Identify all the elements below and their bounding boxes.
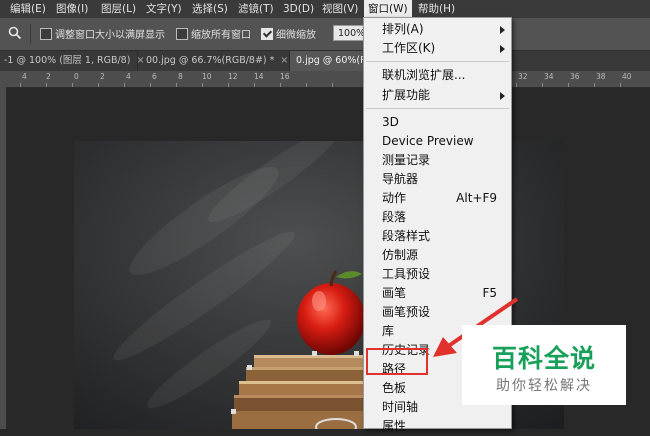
menu-item-label: 3D [382, 115, 399, 129]
ruler-label: 34 [544, 72, 554, 81]
zoom-all-windows-checkbox[interactable] [176, 28, 188, 40]
options-bar: 调整窗口大小以满屏显示 缩放所有窗口 细微缩放 100% [0, 18, 650, 51]
zoom-tool-icon[interactable] [8, 26, 22, 40]
ruler-label: 8 [178, 72, 183, 81]
menu-item-label: 色板 [382, 381, 407, 395]
ruler-label: 12 [228, 72, 238, 81]
ruler-label: 38 [596, 72, 606, 81]
menu-item-workspace[interactable]: 工作区(K) [364, 39, 511, 58]
tab-document-2[interactable]: 00.jpg @ 66.7%(RGB/8#) * × [140, 51, 290, 71]
menu-item-online-extensions[interactable]: 联机浏览扩展... [364, 66, 511, 85]
watermark-subtitle: 助你轻松解决 [496, 378, 592, 394]
menu-filter[interactable]: 滤镜(T) [234, 1, 278, 17]
ruler-label: 10 [202, 72, 212, 81]
submenu-arrow-icon [500, 92, 505, 100]
zoom-percent-field[interactable]: 100% [333, 25, 367, 41]
ruler-label: 4 [22, 72, 27, 81]
menu-separator [366, 61, 509, 62]
menu-item-label: 动作 [382, 191, 407, 205]
close-icon[interactable]: × [280, 55, 288, 66]
menu-item-label: 段落样式 [382, 229, 431, 243]
menu-item-label: 导航器 [382, 172, 419, 186]
shortcut-label: Alt+F9 [456, 191, 497, 205]
menu-image[interactable]: 图像(I) [52, 1, 92, 17]
ruler-label: 4 [126, 72, 131, 81]
menu-separator [366, 108, 509, 109]
ruler-label: 0 [74, 72, 79, 81]
ruler-label: 32 [518, 72, 528, 81]
menu-item-label: 工具预设 [382, 267, 431, 281]
menu-item-measurement-log[interactable]: 测量记录 [364, 151, 511, 170]
menu-edit[interactable]: 编辑(E) [6, 1, 50, 17]
tab-label: 0.jpg @ 60%(R [296, 55, 367, 66]
menu-item-arrange[interactable]: 排列(A) [364, 20, 511, 39]
menu-item-clone-source[interactable]: 仿制源 [364, 246, 511, 265]
menu-item-extensions[interactable]: 扩展功能 [364, 86, 511, 105]
ruler-label: 14 [254, 72, 264, 81]
menu-type[interactable]: 文字(Y) [142, 1, 186, 17]
tab-label: -1 @ 100% (图层 1, RGB/8) [4, 55, 131, 66]
menu-item-label: 属性 [382, 419, 407, 433]
menu-help[interactable]: 帮助(H) [414, 1, 459, 17]
ruler-label: 2 [100, 72, 105, 81]
menu-view[interactable]: 视图(V) [318, 1, 362, 17]
menu-item-label: 扩展功能 [382, 88, 431, 102]
menu-item-navigator[interactable]: 导航器 [364, 170, 511, 189]
menu-item-label: 工作区(K) [382, 41, 436, 55]
submenu-arrow-icon [500, 26, 505, 34]
menu-item-label: 联机浏览扩展... [382, 68, 466, 82]
ruler-label: 6 [152, 72, 157, 81]
menu-item-label: 画笔预设 [382, 305, 431, 319]
horizontal-ruler: 4 2 0 2 4 6 8 10 12 14 16 32 34 36 38 40 [0, 71, 650, 88]
menu-window[interactable]: 窗口(W) [364, 0, 412, 18]
menu-item-paragraph-styles[interactable]: 段落样式 [364, 227, 511, 246]
menu-layer[interactable]: 图层(L) [97, 1, 140, 17]
menu-item-label: 排列(A) [382, 22, 424, 36]
tab-label: 00.jpg @ 66.7%(RGB/8#) * [146, 55, 275, 66]
menu-item-label: Device Preview [382, 134, 474, 148]
tab-document-3[interactable]: 0.jpg @ 60%(R [290, 51, 367, 71]
menu-item-label: 段落 [382, 210, 407, 224]
resize-windows-label: 调整窗口大小以满屏显示 [55, 30, 165, 41]
menu-item-label: 仿制源 [382, 248, 419, 262]
menu-item-paragraph[interactable]: 段落 [364, 208, 511, 227]
zoom-all-windows-label: 缩放所有窗口 [191, 30, 251, 41]
menu-item-device-preview[interactable]: Device Preview [364, 132, 511, 151]
ruler-label: 2 [46, 72, 51, 81]
menu-item-label: 库 [382, 324, 395, 338]
menu-item-label: 画笔 [382, 286, 407, 300]
watermark-logo: 百科全说 助你轻松解决 [462, 325, 626, 405]
resize-windows-checkbox[interactable] [40, 28, 52, 40]
menu-item-label: 测量记录 [382, 153, 431, 167]
menu-select[interactable]: 选择(S) [188, 1, 232, 17]
options-divider [30, 24, 31, 44]
menu-item-properties[interactable]: 属性 [364, 417, 511, 436]
tab-document-1[interactable]: -1 @ 100% (图层 1, RGB/8) × [0, 51, 144, 71]
ruler-label: 16 [280, 72, 290, 81]
ruler-label: 40 [622, 72, 632, 81]
submenu-arrow-icon [500, 45, 505, 53]
scrubby-zoom-label: 细微缩放 [276, 30, 316, 41]
menu-item-label: 时间轴 [382, 400, 419, 414]
menu-bar: 编辑(E) 图像(I) 图层(L) 文字(Y) 选择(S) 滤镜(T) 3D(D… [0, 0, 650, 18]
paths-highlight-box [366, 348, 428, 375]
menu-3d[interactable]: 3D(D) [279, 1, 318, 17]
vertical-ruler [0, 87, 7, 429]
menu-item-tool-presets[interactable]: 工具预设 [364, 265, 511, 284]
scrubby-zoom-checkbox[interactable] [261, 28, 273, 40]
menu-item-3d[interactable]: 3D [364, 113, 511, 132]
ruler-label: 36 [570, 72, 580, 81]
document-tab-bar: -1 @ 100% (图层 1, RGB/8) × 00.jpg @ 66.7%(… [0, 51, 650, 71]
menu-item-actions[interactable]: 动作 Alt+F9 [364, 189, 511, 208]
watermark-title: 百科全说 [491, 344, 596, 373]
